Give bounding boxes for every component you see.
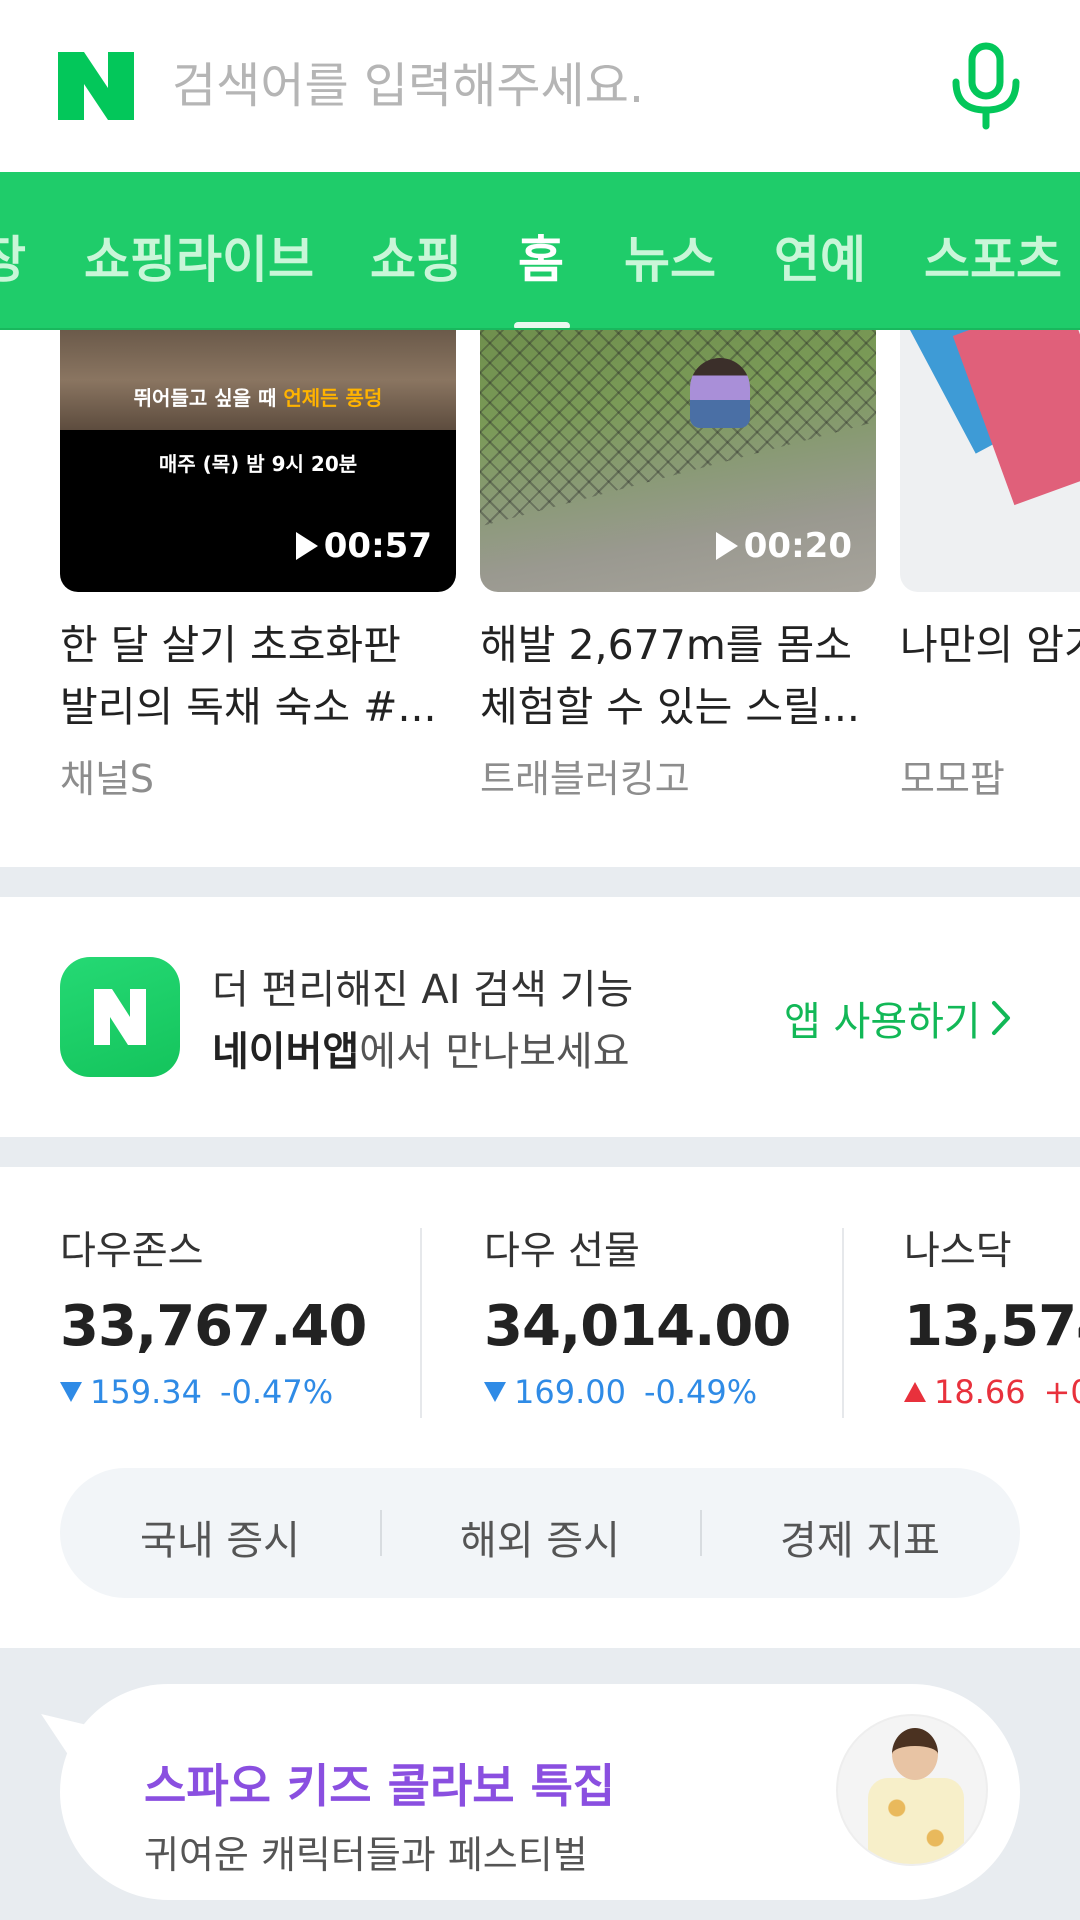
promo-text: 더 편리해진 AI 검색 기능 [212, 967, 634, 1013]
video-carousel: 뛰어들고 싶을 때 언제든 풍덩 매주 (목) 밤 9시 20분 00:57 한… [0, 330, 1080, 865]
stock-separator [420, 1228, 422, 1418]
tab-home[interactable]: 홈 [518, 220, 564, 292]
video-duration: 00:20 [715, 526, 852, 566]
stock-name: 다우 선물 [484, 1229, 640, 1274]
video-title[interactable]: 한 달 살기 초호화판 발리의 독채 숙소 #... [60, 614, 456, 738]
stock-item[interactable]: 다우존스 33,767.40 159.34 -0.47% [60, 1220, 367, 1411]
video-thumbnail[interactable]: 00:20 [480, 330, 876, 592]
video-title[interactable]: 해발 2,677m를 몸소 체험할 수 있는 스릴... [480, 614, 876, 738]
tab-economic-indicators[interactable]: 경제 지표 [700, 1508, 1020, 1566]
bottom-promo-section: 스파오 키즈 콜라보 특집 귀여운 캐릭터들과 페스티벌 [0, 1648, 1080, 1920]
video-card[interactable]: 00:20 해발 2,677m를 몸소 체험할 수 있는 스릴... 트래블러킹… [480, 330, 876, 803]
video-source[interactable]: 채널S [60, 748, 456, 803]
stock-name: 나스닥 [904, 1229, 1012, 1274]
down-triangle-icon [484, 1382, 506, 1402]
stock-change: 169.00 -0.49% [484, 1373, 790, 1411]
tab-overseas-market[interactable]: 해외 증시 [380, 1508, 700, 1566]
stock-separator [842, 1228, 844, 1418]
video-card[interactable]: 나만의 암기 모모팝 [900, 330, 1080, 803]
stock-value: 34,014.00 [484, 1294, 791, 1359]
play-icon [715, 532, 738, 560]
tab-shopping-live[interactable]: 쇼핑라이브 [84, 220, 314, 292]
video-source[interactable]: 트래블러킹고 [480, 748, 876, 803]
up-triangle-icon [904, 1382, 926, 1402]
naver-app-icon [60, 957, 180, 1077]
thumbnail-caption: 뛰어들고 싶을 때 언제든 풍덩 [133, 386, 383, 410]
search-header [0, 0, 1080, 172]
stock-item[interactable]: 다우 선물 34,014.00 169.00 -0.49% [484, 1220, 791, 1411]
tab-domestic-market[interactable]: 국내 증시 [60, 1508, 380, 1566]
down-triangle-icon [60, 1382, 82, 1402]
tab-sports[interactable]: 스포츠 [924, 220, 1062, 292]
video-thumbnail[interactable]: 뛰어들고 싶을 때 언제든 풍덩 매주 (목) 밤 9시 20분 00:57 [60, 330, 456, 592]
naver-logo-icon[interactable] [58, 52, 134, 120]
thumbnail-person [690, 358, 750, 428]
video-card[interactable]: 뛰어들고 싶을 때 언제든 풍덩 매주 (목) 밤 9시 20분 00:57 한… [60, 330, 456, 803]
promo-avatar [836, 1714, 988, 1866]
search-input[interactable] [172, 46, 872, 126]
tab-entertainment[interactable]: 연예 [774, 220, 866, 292]
tab-shopping[interactable]: 쇼핑 [370, 220, 462, 292]
promo-subtitle: 귀여운 캐릭터들과 페스티벌 [144, 1833, 588, 1877]
stock-change: 159.34 -0.47% [60, 1373, 366, 1411]
avatar-shirt [868, 1778, 964, 1864]
video-title[interactable]: 나만의 암기 [900, 614, 1080, 738]
chevron-right-icon [991, 1001, 1010, 1035]
section-divider [0, 1137, 1080, 1167]
stock-value: 33,767.40 [60, 1294, 367, 1359]
video-source[interactable]: 모모팝 [900, 748, 1080, 803]
stock-name: 다우존스 [60, 1229, 204, 1274]
stock-item[interactable]: 나스닥 13,574 18.66 +0. [904, 1220, 1080, 1411]
video-duration: 00:57 [295, 526, 432, 566]
category-tabs: 장 쇼핑라이브 쇼핑 홈 뉴스 연예 스포츠 [0, 172, 1080, 330]
stock-change: 18.66 +0. [904, 1373, 1080, 1411]
play-icon [295, 532, 318, 560]
video-thumbnail[interactable] [900, 330, 1080, 592]
promo-text: 네이버앱에서 만나보세요 [212, 1029, 630, 1075]
avatar-head [892, 1728, 938, 1780]
thumbnail-schedule: 매주 (목) 밤 9시 20분 [158, 452, 358, 476]
tab-partial[interactable]: 장 [0, 220, 26, 292]
use-app-link[interactable]: 앱 사용하기 [784, 989, 1011, 1047]
promo-title: 스파오 키즈 콜라보 특집 [144, 1759, 616, 1813]
stock-widget: 다우존스 33,767.40 159.34 -0.47% 다우 선물 34,01… [0, 1168, 1080, 1648]
stock-value: 13,574 [904, 1294, 1080, 1359]
tab-news[interactable]: 뉴스 [624, 220, 716, 292]
market-tabs: 국내 증시 해외 증시 경제 지표 [60, 1468, 1020, 1598]
active-tab-indicator [514, 322, 570, 328]
microphone-icon[interactable] [944, 42, 1028, 132]
app-promo-banner[interactable]: 더 편리해진 AI 검색 기능 네이버앱에서 만나보세요 앱 사용하기 [0, 897, 1080, 1137]
section-divider [0, 867, 1080, 897]
thumbnail-scene [60, 330, 456, 430]
